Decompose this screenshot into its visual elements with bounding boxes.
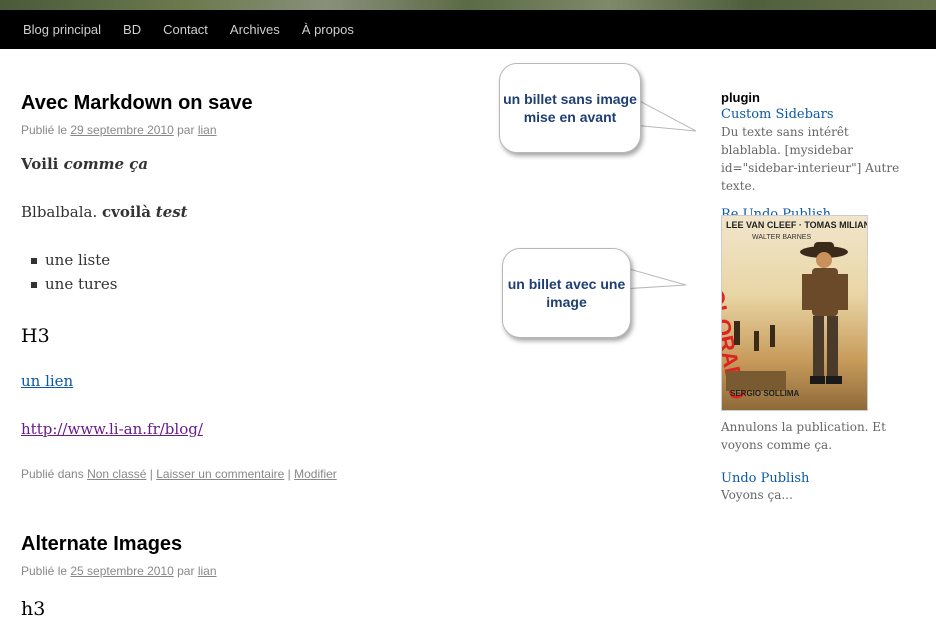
p1-plain: Voili — [21, 155, 59, 173]
callout-no-image: un billet sans image mise en avant — [499, 63, 641, 153]
sidebar: plugin Custom Sidebars Du texte sans int… — [721, 90, 921, 222]
post-list: une liste une tures — [31, 248, 117, 296]
post-2-h3: h3 — [21, 598, 46, 620]
meta-by: par — [177, 564, 195, 578]
edit-link[interactable]: Modifier — [294, 467, 337, 481]
post-date-link[interactable]: 25 septembre 2010 — [70, 564, 173, 578]
footer-separator: | — [149, 467, 153, 481]
post-header: Avec Markdown on save Publié le 29 septe… — [21, 92, 253, 137]
meta-prefix: Publié le — [21, 564, 68, 578]
comment-link[interactable]: Laisser un commentaire — [156, 467, 284, 481]
post-meta: Publié le 29 septembre 2010 par lian — [21, 123, 253, 137]
list-item: une tures — [31, 272, 117, 296]
poster-image[interactable]: LEE VAN CLEEF · TOMAS MILIAN WALTER BARN… — [721, 215, 868, 411]
nav-item-a-propos[interactable]: À propos — [291, 22, 365, 37]
category-link[interactable]: Non classé — [87, 467, 146, 481]
post-meta-2: Publié le 25 septembre 2010 par lian — [21, 564, 217, 578]
nav-item-bd[interactable]: BD — [112, 22, 152, 37]
post-header-2: Alternate Images Publié le 25 septembre … — [21, 533, 217, 578]
sidebar-text-3: Voyons ça... — [721, 488, 793, 502]
sidebar-text-2: Annulons la publication. Et voyons comme… — [721, 420, 886, 452]
p2-emphasis: test — [155, 203, 188, 221]
sidebar-link-custom-sidebars[interactable]: Custom Sidebars — [721, 107, 921, 122]
widget-title: plugin — [721, 90, 760, 105]
author-link[interactable]: lian — [198, 564, 217, 578]
nav-item-archives[interactable]: Archives — [219, 22, 291, 37]
post-date-link[interactable]: 29 septembre 2010 — [70, 123, 173, 137]
main-nav: Blog principal BD Contact Archives À pro… — [0, 10, 936, 49]
poster-bottom-text: SERGIO SOLLIMA — [730, 389, 800, 398]
author-link[interactable]: lian — [198, 123, 217, 137]
p1-emphasis: comme ça — [63, 155, 149, 173]
post-title-2[interactable]: Alternate Images — [21, 533, 217, 556]
post-title[interactable]: Avec Markdown on save — [21, 92, 253, 115]
post-link[interactable]: un lien — [21, 372, 73, 390]
footer-separator: | — [287, 467, 291, 481]
post-h3: H3 — [21, 325, 50, 347]
header-image — [0, 0, 936, 10]
callout-with-image: un billet avec une image — [502, 248, 631, 338]
sidebar-text-1: Du texte sans intérêt blablabla. [myside… — [721, 125, 900, 193]
nav-item-contact[interactable]: Contact — [152, 22, 219, 37]
post-paragraph-1: Voili comme ça — [21, 155, 148, 173]
cowboy-figure-icon — [800, 242, 848, 384]
poster-top-text: LEE VAN CLEEF · TOMAS MILIAN — [726, 220, 868, 230]
background-figures-icon — [726, 321, 786, 391]
meta-prefix: Publié le — [21, 123, 68, 137]
nav-item-blog-principal[interactable]: Blog principal — [12, 22, 112, 37]
sidebar-lower: Annulons la publication. Et voyons comme… — [721, 418, 921, 504]
list-item: une liste — [31, 248, 117, 272]
footer-prefix: Publié dans — [21, 467, 84, 481]
sidebar-link-undo-publish[interactable]: Undo Publish — [721, 471, 921, 486]
p2-plain: Blbalbala. — [21, 203, 98, 221]
post-footer: Publié dans Non classé | Laisser un comm… — [21, 467, 337, 481]
post-paragraph-2: Blbalbala. cvoilà test — [21, 203, 188, 221]
meta-by: par — [177, 123, 195, 137]
p2-bold: cvoilà — [102, 203, 151, 221]
post-url-link[interactable]: http://www.li-an.fr/blog/ — [21, 420, 203, 438]
